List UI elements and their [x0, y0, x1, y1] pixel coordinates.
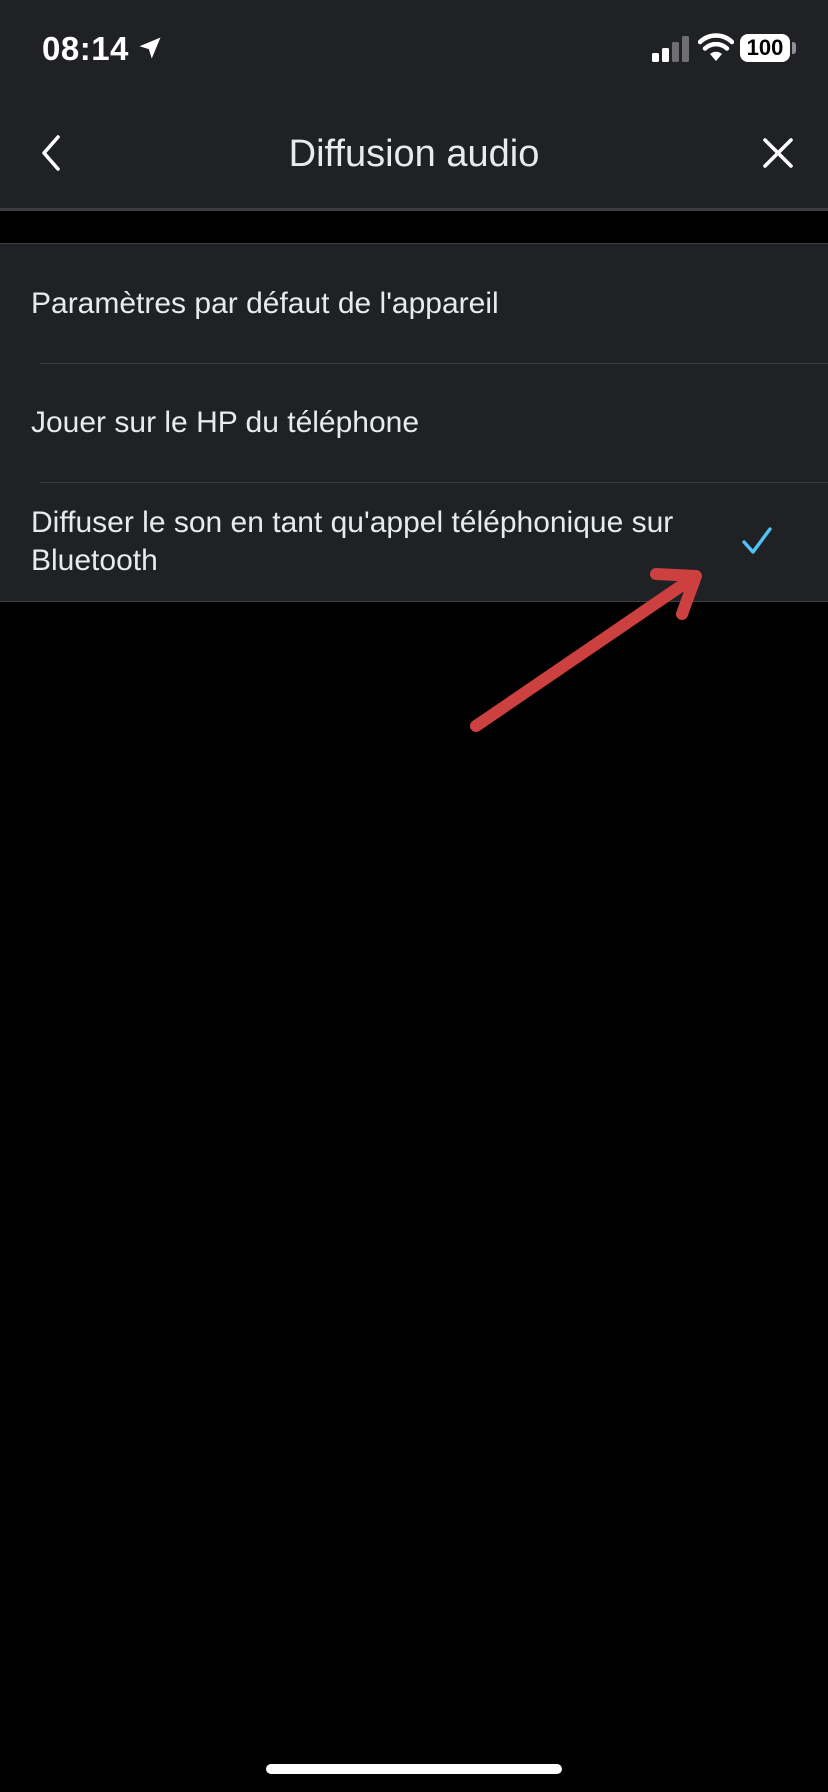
- page-title: Diffusion audio: [288, 133, 540, 175]
- audio-output-options: Paramètres par défaut de l'appareil Joue…: [0, 243, 828, 602]
- close-button[interactable]: [752, 120, 804, 186]
- status-time: 08:14: [42, 30, 129, 67]
- option-phone-speaker[interactable]: Jouer sur le HP du téléphone: [0, 363, 828, 482]
- battery-icon: 100: [740, 34, 790, 62]
- location-arrow-icon: [139, 37, 161, 59]
- navigation-bar: Diffusion audio: [0, 100, 828, 211]
- status-bar: 08:14 100: [0, 0, 828, 100]
- option-device-default[interactable]: Paramètres par défaut de l'appareil: [0, 244, 828, 363]
- cellular-signal-icon: [652, 36, 689, 62]
- annotation-arrow-icon: [470, 568, 702, 732]
- battery-level: 100: [746, 35, 784, 60]
- back-button[interactable]: [26, 120, 74, 186]
- home-indicator: [266, 1764, 562, 1774]
- chevron-left-icon: [42, 135, 60, 171]
- close-icon: [763, 138, 793, 168]
- battery-tip: [792, 42, 796, 54]
- option-label: Jouer sur le HP du téléphone: [31, 405, 420, 439]
- checkmark-icon: [742, 527, 772, 554]
- wifi-icon: [698, 33, 734, 61]
- option-label: Paramètres par défaut de l'appareil: [31, 286, 499, 320]
